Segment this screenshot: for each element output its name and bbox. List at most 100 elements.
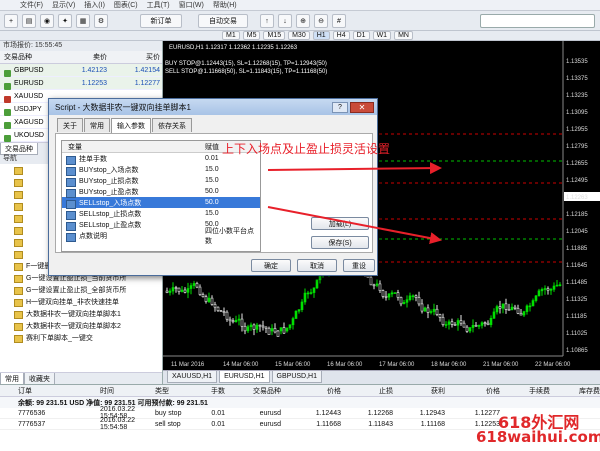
- script-item[interactable]: 大数据非农一键双向挂单脚本2: [0, 320, 162, 332]
- tf-m1[interactable]: M1: [222, 31, 240, 40]
- param-value[interactable]: 50.0: [202, 199, 260, 206]
- chart-tab-xauusd[interactable]: XAUUSD,H1: [167, 371, 218, 383]
- candle-body: [222, 311, 226, 313]
- tf-m5[interactable]: M5: [242, 31, 261, 40]
- menu-window[interactable]: 窗口(W): [179, 0, 204, 10]
- dtab-about[interactable]: 关于: [57, 118, 83, 132]
- order-id: 7776536: [18, 409, 46, 417]
- script-item[interactable]: 赛利下单脚本_一键交: [0, 332, 162, 344]
- candle-body: [411, 295, 415, 298]
- dtab-common[interactable]: 常用: [84, 118, 110, 132]
- cancel-button[interactable]: 取消: [297, 259, 337, 272]
- menu-view[interactable]: 显示(V): [52, 0, 75, 10]
- chart-tab-eurusd[interactable]: EURUSD,H1: [219, 371, 270, 383]
- candle-body: [390, 292, 394, 295]
- new-chart-icon[interactable]: +: [4, 14, 18, 28]
- param-value[interactable]: 15.0: [202, 177, 260, 184]
- candle-body: [378, 283, 382, 291]
- zoom-out-icon[interactable]: ⊖: [314, 14, 328, 28]
- candle-body: [540, 289, 544, 292]
- navigator-icon[interactable]: ✦: [58, 14, 72, 28]
- param-value[interactable]: 15.0: [202, 210, 260, 217]
- chart-tab-gbpusd[interactable]: GBPUSD,H1: [271, 371, 322, 383]
- search-input[interactable]: [480, 14, 595, 28]
- script-item[interactable]: H一键双向挂单_非农快速挂单: [0, 296, 162, 308]
- new-order-button[interactable]: 新订单: [140, 14, 182, 28]
- candle-body: [168, 290, 172, 293]
- ok-button[interactable]: 确定: [251, 259, 291, 272]
- candle-body: [423, 307, 427, 312]
- auto-trading-button[interactable]: 自动交易: [198, 14, 248, 28]
- menu-charts[interactable]: 图表(C): [114, 0, 138, 10]
- script-item[interactable]: 大数据非农一键双向挂单脚本1: [0, 308, 162, 320]
- price-tick-label: 1.12955: [566, 127, 588, 133]
- dtab-dependencies[interactable]: 依存关系: [152, 118, 192, 132]
- tf-m15[interactable]: M15: [263, 31, 286, 40]
- tf-h1[interactable]: H1: [312, 31, 330, 40]
- candle-body: [207, 297, 211, 302]
- candle-body: [309, 292, 313, 294]
- tf-w1[interactable]: W1: [372, 31, 392, 40]
- load-button[interactable]: 加载(L): [311, 217, 369, 230]
- candle-body: [315, 279, 319, 289]
- candle-body: [429, 311, 433, 313]
- price-tick-label: 1.13375: [566, 76, 588, 82]
- order-time: 2016.03.22 15:54:58: [100, 417, 136, 431]
- candle-body: [249, 324, 253, 328]
- save-button[interactable]: 保存(S): [311, 236, 369, 249]
- buy-icon[interactable]: ↑: [260, 14, 274, 28]
- col-bid: 卖价: [93, 54, 107, 61]
- param-row[interactable]: BUYstop_止损点数 15.0: [62, 175, 260, 187]
- candle-body: [312, 287, 316, 293]
- candle-body: [447, 321, 451, 325]
- price-tick-label: 1.12795: [566, 144, 588, 150]
- terminal-icon[interactable]: ▦: [76, 14, 90, 28]
- grid-icon[interactable]: #: [332, 14, 346, 28]
- tester-icon[interactable]: ⚙: [94, 14, 108, 28]
- price-tick-label: 1.11485: [566, 280, 588, 286]
- reset-button[interactable]: 重设: [343, 259, 375, 272]
- sell-icon[interactable]: ↓: [278, 14, 292, 28]
- zoom-in-icon[interactable]: ⊕: [296, 14, 310, 28]
- candle-body: [261, 325, 265, 328]
- tf-mn[interactable]: MN: [394, 31, 413, 40]
- param-value[interactable]: 50.0: [202, 188, 260, 195]
- param-name: SELLstop_止盈点数: [62, 220, 202, 231]
- menu-insert[interactable]: 插入(I): [84, 0, 105, 10]
- tf-d1[interactable]: D1: [352, 31, 370, 40]
- candle-body: [495, 306, 499, 313]
- candle-body: [480, 322, 484, 326]
- param-row[interactable]: SELLstop_入场点数 50.0: [62, 197, 260, 209]
- quote-row[interactable]: EURUSD 1.12253 1.12277: [0, 77, 162, 90]
- candle-body: [246, 326, 250, 332]
- time-tick-label: 21 Mar 06:00: [483, 362, 519, 368]
- param-row[interactable]: BUYstop_入场点数 15.0: [62, 164, 260, 176]
- candle-body: [381, 290, 385, 297]
- candle-body: [369, 277, 373, 286]
- profiles-icon[interactable]: ▤: [22, 14, 36, 28]
- param-row[interactable]: 点数说明 四位小数平台点数: [62, 228, 260, 245]
- param-value[interactable]: 15.0: [202, 166, 260, 173]
- tf-m30[interactable]: M30: [288, 31, 310, 40]
- close-icon[interactable]: ✕: [350, 101, 374, 113]
- tf-h4[interactable]: H4: [332, 31, 350, 40]
- candle-body: [255, 324, 259, 330]
- help-icon[interactable]: ?: [332, 101, 348, 113]
- script-item[interactable]: G一键设置止盈止损_全部货币所: [0, 284, 162, 296]
- param-value[interactable]: 四位小数平台点数: [202, 226, 260, 246]
- candle-body: [210, 297, 214, 305]
- quote-ask: 1.42154: [134, 66, 160, 74]
- quote-row[interactable]: GBPUSD 1.42123 1.42154: [0, 64, 162, 77]
- menu-tools[interactable]: 工具(T): [147, 0, 170, 10]
- candle-body: [384, 296, 388, 298]
- candle-body: [486, 322, 490, 325]
- menu-file[interactable]: 文件(F): [20, 0, 43, 10]
- dtab-inputs[interactable]: 输入参数: [111, 118, 151, 133]
- param-row[interactable]: SELLstop_止损点数 15.0: [62, 208, 260, 220]
- price-tick-label: 1.13535: [566, 59, 588, 65]
- param-row[interactable]: BUYstop_止盈点数 50.0: [62, 186, 260, 198]
- market-watch-icon[interactable]: ◉: [40, 14, 54, 28]
- order-sl: 1.12268: [367, 409, 393, 417]
- menu-help[interactable]: 帮助(H): [213, 0, 237, 10]
- candle-body: [282, 327, 286, 334]
